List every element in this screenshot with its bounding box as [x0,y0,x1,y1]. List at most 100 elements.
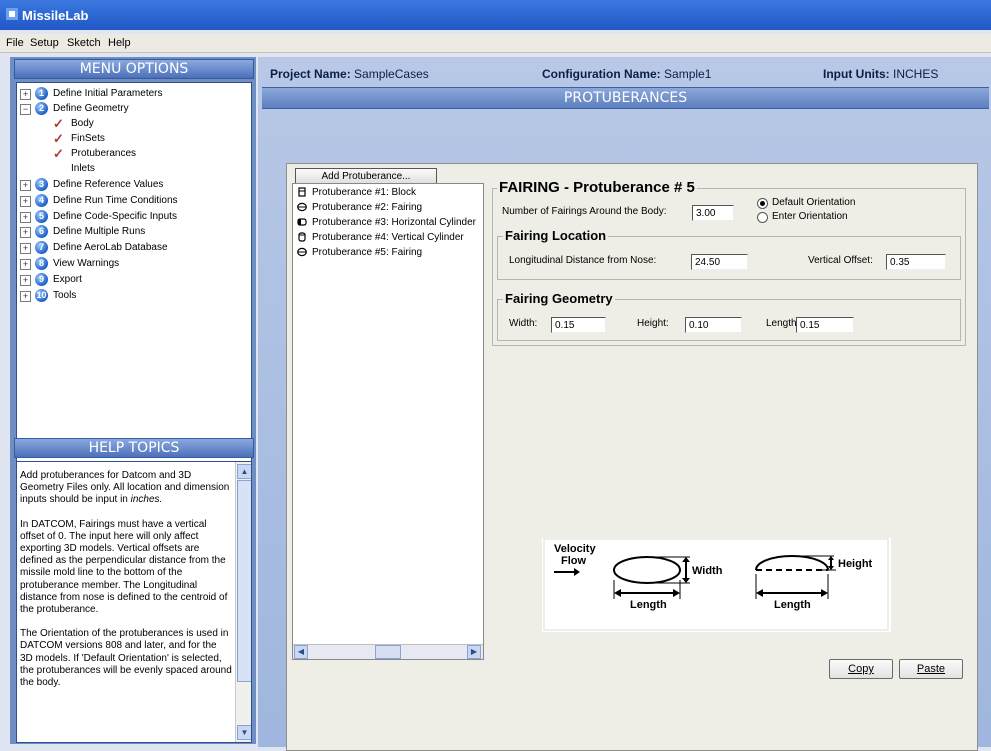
length-dimension-label-1: Length [630,599,667,611]
detail-title: FAIRING - Protuberance # 5 [497,179,697,196]
list-item-label: Protuberance #2: Fairing [312,202,423,213]
copy-button[interactable]: Copy [829,659,893,679]
help-topics-header: HELP TOPICS [14,438,254,458]
expand-icon[interactable]: + [20,259,31,270]
height-dimension-label: Height [838,558,873,570]
flow-label: Flow [561,555,586,567]
default-orientation-radio[interactable] [757,198,768,209]
menu-options-header: MENU OPTIONS [14,59,254,79]
step-9-icon: 9 [35,273,48,286]
left-panel: MENU OPTIONS + 1 Define Initial Paramete… [10,57,256,744]
width-input[interactable]: 0.15 [551,317,606,333]
step-6-icon: 6 [35,225,48,238]
expand-icon[interactable]: + [20,212,31,223]
list-item-protuberance-1[interactable]: Protuberance #1: Block [297,187,481,201]
tree-label: Define Code-Specific Inputs [53,211,177,222]
units-label: Input Units: [823,67,890,81]
step-10-icon: 10 [35,289,48,302]
list-item-label: Protuberance #4: Vertical Cylinder [312,232,464,243]
units-value: INCHES [893,67,939,81]
main-panel: Project Name: SampleCases Configuration … [258,57,991,751]
scroll-up-icon[interactable]: ▲ [237,464,251,479]
menu-tree: + 1 Define Initial Parameters − 2 Define… [16,82,252,484]
velocity-label: Velocity [554,543,596,555]
paste-button[interactable]: Paste [899,659,963,679]
help-scrollbar[interactable]: ▲ ▼ [235,462,251,742]
list-item-protuberance-4[interactable]: Protuberance #4: Vertical Cylinder [297,232,481,246]
list-item-protuberance-2[interactable]: Protuberance #2: Fairing [297,202,481,216]
section-header: PROTUBERANCES [262,87,989,109]
checkmark-icon: ✓ [53,131,64,146]
scroll-thumb[interactable] [375,645,401,659]
collapse-icon[interactable]: − [20,104,31,115]
expand-icon[interactable]: + [20,89,31,100]
step-7-icon: 7 [35,241,48,254]
scroll-left-icon[interactable]: ◀ [294,645,308,659]
menu-setup[interactable]: Setup [30,37,59,49]
width-dimension-label: Width [692,565,723,577]
num-fairings-label: Number of Fairings Around the Body: [502,206,667,217]
list-horizontal-scrollbar[interactable]: ◀ ▶ [293,644,483,659]
list-item-label: Protuberance #5: Fairing [312,247,423,258]
step-5-icon: 5 [35,210,48,223]
longitudinal-distance-label: Longitudinal Distance from Nose: [509,255,657,266]
expand-icon[interactable]: + [20,227,31,238]
tree-label: Inlets [71,163,95,174]
horizontal-cylinder-icon [297,218,307,226]
protuberance-dialog: Add Protuberance... Protuberance #1: Blo… [286,163,978,751]
step-4-icon: 4 [35,194,48,207]
expand-icon[interactable]: + [20,243,31,254]
tree-label: Define Run Time Conditions [53,195,178,206]
fairing-icon [297,248,307,257]
height-input[interactable]: 0.10 [685,317,742,333]
length-dimension-label-2: Length [774,599,811,611]
menu-sketch[interactable]: Sketch [67,37,101,49]
step-2-icon: 2 [35,102,48,115]
height-label: Height: [637,318,669,329]
length-input[interactable]: 0.15 [796,317,854,333]
expand-icon[interactable]: + [20,180,31,191]
fairing-geometry-title: Fairing Geometry [503,291,615,306]
checkmark-icon: ✓ [53,146,64,161]
num-fairings-input[interactable]: 3.00 [692,205,734,221]
menu-bar: File Setup Sketch Help [0,34,991,53]
scroll-thumb[interactable] [237,480,251,682]
vertical-cylinder-icon [298,232,306,242]
length-label: Length: [766,318,800,329]
tree-label: Protuberances [71,148,137,159]
expand-icon[interactable]: + [20,291,31,302]
configuration-label: Configuration Name: [542,67,661,81]
app-icon [6,8,18,20]
protuberance-list: Protuberance #1: Block Protuberance #2: … [292,183,484,660]
scroll-right-icon[interactable]: ▶ [467,645,481,659]
tree-label: Define AeroLab Database [53,242,168,253]
help-emphasis: inches. [130,494,163,506]
menu-help[interactable]: Help [108,37,131,49]
fairing-diagram: Velocity Flow Width Length Height Length [542,538,891,632]
fairing-icon [297,203,307,212]
list-item-protuberance-5[interactable]: Protuberance #5: Fairing [297,247,481,261]
longitudinal-distance-input[interactable]: 24.50 [691,254,748,270]
project-name: Project Name: SampleCases [270,67,429,81]
scroll-down-icon[interactable]: ▼ [237,725,251,740]
help-text: Add protuberances for Datcom and 3D Geom… [20,470,232,701]
checkmark-icon: ✓ [53,116,64,131]
expand-icon[interactable]: + [20,275,31,286]
menu-file[interactable]: File [6,37,24,49]
list-item-label: Protuberance #1: Block [312,187,416,198]
fairing-diagram-drawing: Velocity Flow Width Length Height Length [543,538,889,631]
vertical-offset-input[interactable]: 0.35 [886,254,946,270]
list-item-protuberance-3[interactable]: Protuberance #3: Horizontal Cylinder [297,217,481,231]
help-text-box: Add protuberances for Datcom and 3D Geom… [16,461,252,743]
configuration-value: Sample1 [664,67,712,81]
app-title: MissileLab [22,8,89,23]
tree-label: Tools [53,290,77,301]
expand-icon[interactable]: + [20,196,31,207]
width-label: Width: [509,318,538,329]
fairing-location-title: Fairing Location [503,228,609,243]
step-8-icon: 8 [35,257,48,270]
enter-orientation-radio[interactable] [757,212,768,223]
step-1-icon: 1 [35,87,48,100]
step-3-icon: 3 [35,178,48,191]
list-item-label: Protuberance #3: Horizontal Cylinder [312,217,476,228]
